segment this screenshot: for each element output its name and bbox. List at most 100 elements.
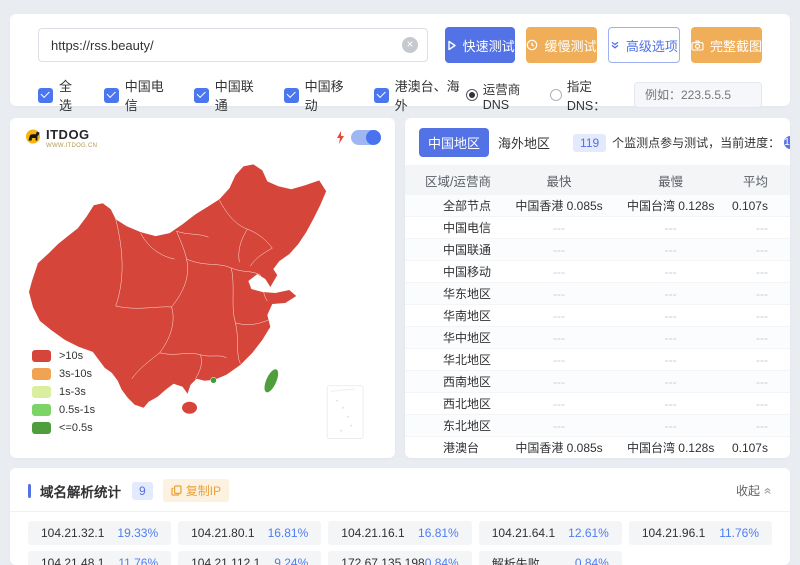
table-row: 全部节点中国香港 0.085s中国台湾 0.128s0.107s — [405, 195, 790, 217]
url-input-wrap: × — [38, 28, 428, 62]
ip-stat-cell: 104.21.64.1 12.61% — [479, 521, 622, 545]
progress-label: 个监测点参与测试，当前进度： — [612, 134, 780, 151]
ip-percent: 9.24% — [274, 556, 308, 565]
tab-china-region[interactable]: 中国地区 — [419, 128, 489, 157]
checkbox-label: 中国联通 — [215, 76, 262, 114]
logo-subtitle: WWW.ITDOG.CN — [46, 143, 97, 149]
results-table: 全部节点中国香港 0.085s中国台湾 0.128s0.107s 中国电信---… — [405, 195, 790, 458]
copy-icon — [171, 485, 182, 496]
title-accent-bar — [28, 484, 31, 498]
legend-label: 1s-3s — [59, 386, 86, 398]
radio-carrier-dns[interactable]: 运营商DNS — [466, 79, 538, 112]
column-region: 区域/运营商 — [405, 171, 501, 190]
map-toggle-switch[interactable] — [351, 130, 381, 145]
slow-test-label: 缓慢测试 — [544, 36, 596, 55]
region-cell: 西北地区 — [405, 395, 501, 412]
checkbox-select-all[interactable]: 全选 — [38, 76, 82, 114]
test-buttons: 快速测试 缓慢测试 高级选项 完整截图 — [445, 27, 762, 63]
full-screenshot-button[interactable]: 完整截图 — [691, 27, 762, 63]
column-fastest: 最快 — [501, 171, 617, 190]
slowest-cell: --- — [617, 331, 725, 345]
checkbox-label: 中国电信 — [125, 76, 172, 114]
fastest-cell: --- — [501, 397, 617, 411]
url-input[interactable] — [38, 28, 428, 62]
divider — [10, 511, 790, 512]
average-cell: --- — [725, 243, 790, 257]
carrier-checkboxes: 全选 中国电信 中国联通 中国移动 港澳台、海外 — [38, 76, 466, 114]
collapse-button[interactable]: 收起 — [736, 482, 772, 499]
ip-value: 104.21.16.1 — [341, 526, 404, 540]
slowest-cell: 中国台湾 0.128s — [617, 197, 725, 214]
node-count-badge: 119 — [573, 134, 606, 152]
region-cell: 全部节点 — [405, 197, 501, 214]
clock-icon — [526, 39, 538, 51]
ip-percent: 12.61% — [568, 526, 609, 540]
radio-custom-dns[interactable]: 指定DNS： — [550, 76, 622, 114]
page: × 快速测试 缓慢测试 高级选项 完整截图 — [0, 0, 800, 565]
toolbar-row-1: × 快速测试 缓慢测试 高级选项 完整截图 — [38, 27, 762, 63]
tab-overseas-region[interactable]: 海外地区 — [489, 128, 559, 157]
clear-input-icon[interactable]: × — [402, 37, 418, 53]
slow-test-button[interactable]: 缓慢测试 — [526, 27, 596, 63]
map-legend: >10s 3s-10s 1s-3s 0.5s-1s <=0.5s — [32, 350, 95, 434]
copy-ip-button[interactable]: 复制IP — [163, 479, 229, 502]
radio-label: 运营商DNS — [483, 79, 538, 112]
region-cell: 中国电信 — [405, 219, 501, 236]
slowest-cell: --- — [617, 375, 725, 389]
checkbox-china-telecom[interactable]: 中国电信 — [104, 76, 172, 114]
custom-dns-input[interactable] — [634, 82, 762, 108]
dns-stats-title: 域名解析统计 — [40, 481, 121, 501]
ip-percent: 0.84% — [425, 556, 459, 565]
fastest-cell: --- — [501, 353, 617, 367]
fastest-cell: --- — [501, 375, 617, 389]
region-cell: 华东地区 — [405, 285, 501, 302]
ip-value: 172.67.135.198 — [341, 556, 424, 565]
dns-options: 运营商DNS 指定DNS： — [466, 76, 762, 114]
toolbar-card: × 快速测试 缓慢测试 高级选项 完整截图 — [10, 14, 790, 106]
ip-percent: 19.33% — [117, 526, 158, 540]
legend-swatch — [32, 386, 51, 398]
checkbox-china-mobile[interactable]: 中国移动 — [284, 76, 352, 114]
collapse-label: 收起 — [736, 482, 760, 499]
table-row: 西南地区--------- — [405, 371, 790, 393]
checkbox-checked-icon — [38, 88, 53, 103]
fastest-cell: --- — [501, 309, 617, 323]
checkbox-hmt-overseas[interactable]: 港澳台、海外 — [374, 76, 466, 114]
legend-label: 3s-10s — [59, 368, 92, 380]
ip-stat-cell: 104.21.96.111.76% — [629, 521, 772, 545]
legend-swatch — [32, 350, 51, 362]
results-card: 中国地区 海外地区 119 个监测点参与测试，当前进度： 100% 区域/运营商… — [405, 118, 790, 458]
progress-bar: 100% — [784, 136, 790, 149]
radio-unselected-icon — [550, 89, 562, 101]
average-cell: --- — [725, 309, 790, 323]
results-table-header: 区域/运营商 最快 最慢 平均 — [405, 165, 790, 195]
ip-percent: 16.81% — [268, 526, 309, 540]
checkbox-china-unicom[interactable]: 中国联通 — [194, 76, 262, 114]
legend-swatch — [32, 422, 51, 434]
progress-value: 100% — [784, 137, 790, 148]
table-row: 华北地区--------- — [405, 349, 790, 371]
legend-item: 1s-3s — [32, 386, 95, 398]
ip-percent: 0.84% — [575, 556, 609, 565]
logo-text-block: ITDOG WWW.ITDOG.CN — [46, 128, 97, 149]
average-cell: --- — [725, 221, 790, 235]
legend-item: <=0.5s — [32, 422, 95, 434]
ip-value: 104.21.80.1 — [191, 526, 254, 540]
ip-stat-cell: 104.21.32.119.33% — [28, 521, 171, 545]
ip-stat-cell: 104.21.16.116.81% — [328, 521, 471, 545]
average-cell: --- — [725, 331, 790, 345]
slowest-cell: --- — [617, 419, 725, 433]
taiwan-island — [262, 367, 281, 394]
slowest-cell: --- — [617, 353, 725, 367]
average-cell: --- — [725, 397, 790, 411]
region-cell: 华中地区 — [405, 329, 501, 346]
ip-value: 104.21.64.1 — [492, 526, 555, 540]
table-row: 华南地区--------- — [405, 305, 790, 327]
fastest-cell: 中国香港 0.085s — [501, 439, 617, 456]
fastest-cell: 中国香港 0.085s — [501, 197, 617, 214]
fast-test-button[interactable]: 快速测试 — [445, 27, 515, 63]
fastest-cell: --- — [501, 221, 617, 235]
advanced-options-button[interactable]: 高级选项 — [608, 27, 680, 63]
average-cell: --- — [725, 419, 790, 433]
checkbox-checked-icon — [104, 88, 119, 103]
